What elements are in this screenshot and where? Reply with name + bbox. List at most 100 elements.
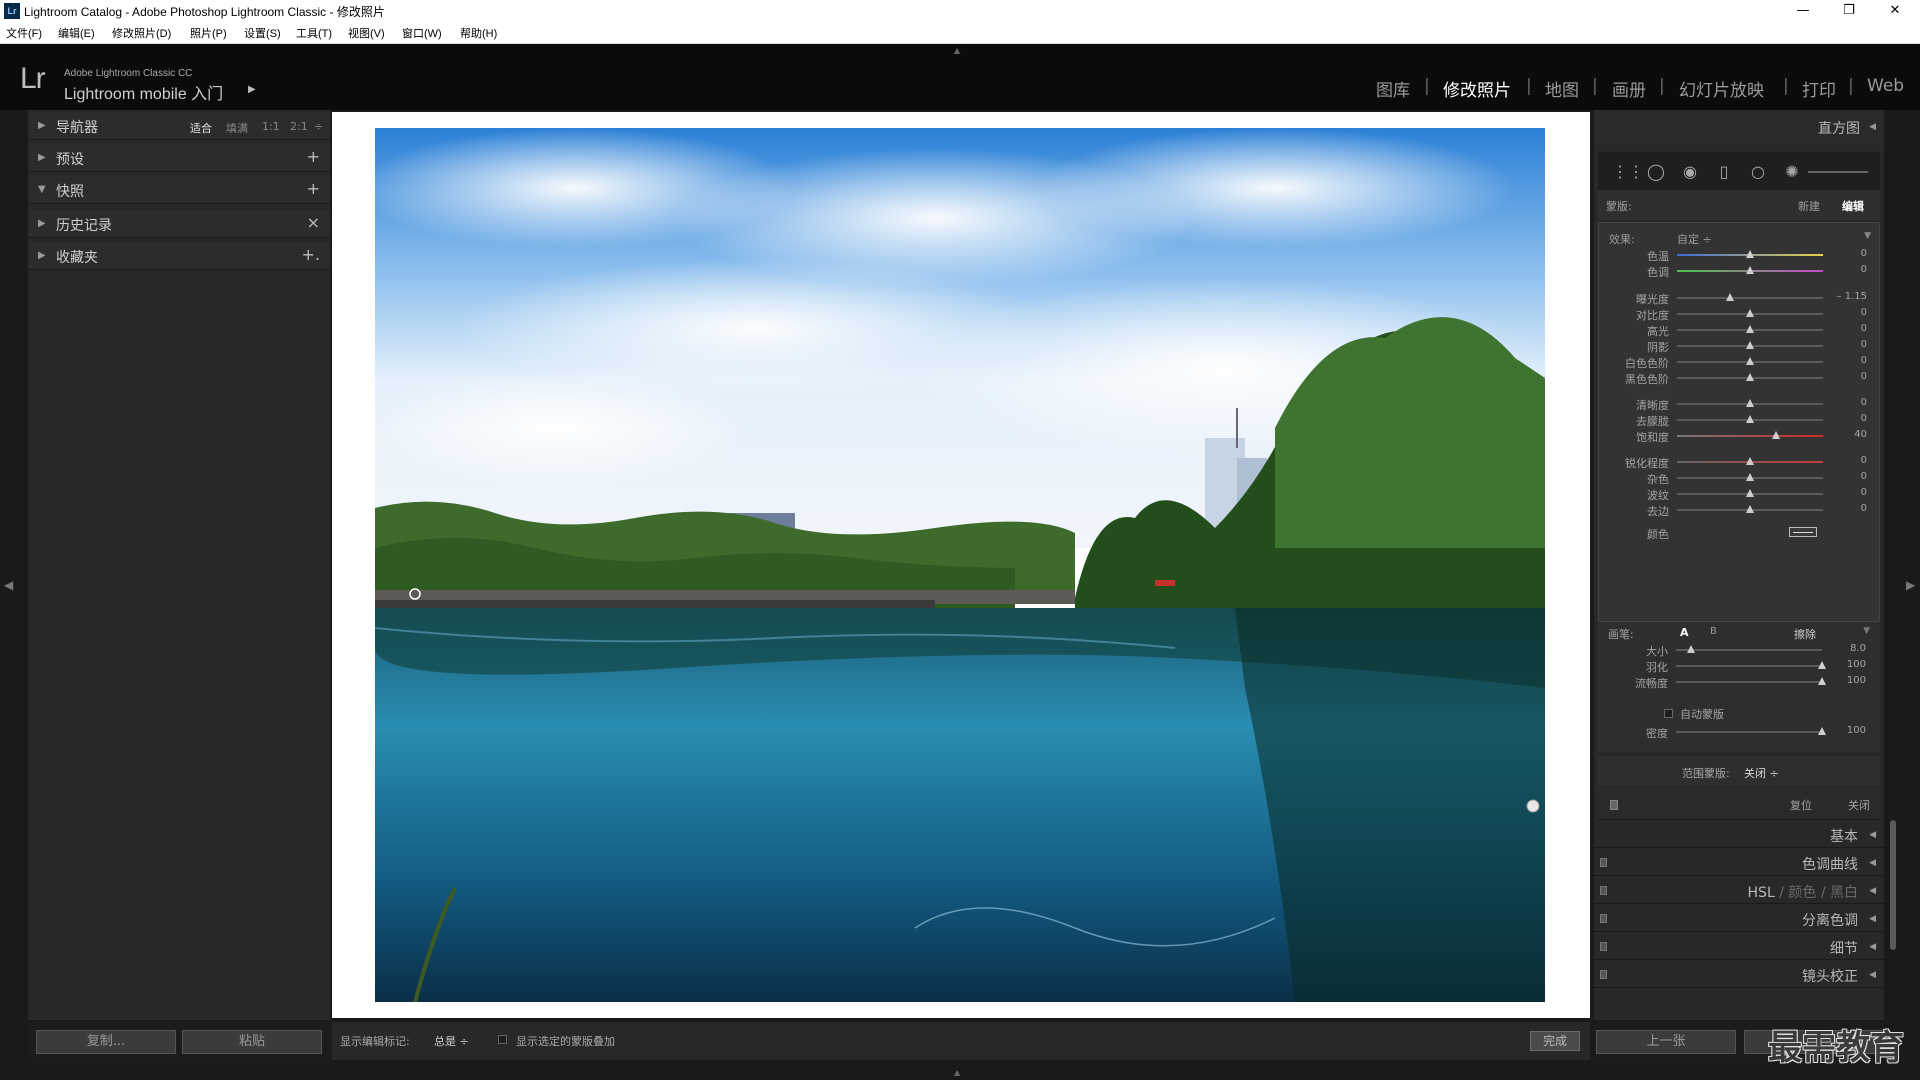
right-panel-toggle-icon[interactable]: ▶ <box>1906 578 1915 592</box>
photo-preview[interactable] <box>375 128 1545 1002</box>
module-print[interactable]: 打印 <box>1802 76 1836 101</box>
radial-filter-icon[interactable]: ○ <box>1748 162 1768 182</box>
brush-slider-value[interactable]: 100 <box>1847 675 1866 686</box>
slider-thumb[interactable] <box>1746 250 1754 258</box>
slider-thumb[interactable] <box>1746 489 1754 497</box>
expand-triangle-icon[interactable]: ▶ <box>38 120 46 131</box>
slider-value[interactable]: 0 <box>1861 339 1867 350</box>
brush-slider-thumb[interactable] <box>1818 661 1826 669</box>
slider-thumb[interactable] <box>1746 373 1754 381</box>
section-basic[interactable]: 基本 ◀ <box>1594 822 1884 848</box>
slider-value[interactable]: 0 <box>1861 371 1867 382</box>
maximize-button[interactable]: ❐ <box>1826 0 1872 22</box>
mask-edit-button[interactable]: 编辑 <box>1842 198 1864 214</box>
slider-value[interactable]: 0 <box>1861 323 1867 334</box>
module-book[interactable]: 画册 <box>1612 76 1646 101</box>
minimize-button[interactable]: — <box>1780 0 1826 22</box>
collapse-triangle-icon[interactable]: ◀ <box>1869 122 1876 132</box>
slider-thumb[interactable] <box>1746 473 1754 481</box>
slider-track[interactable] <box>1677 505 1823 513</box>
spot-removal-icon[interactable]: ◯ <box>1646 162 1666 182</box>
collapse-triangle-icon[interactable]: ◀ <box>1869 886 1876 896</box>
collapse-triangle-icon[interactable]: ◀ <box>1869 914 1876 924</box>
color-tab[interactable]: 颜色 <box>1788 885 1816 901</box>
copy-settings-button[interactable]: 复制... <box>36 1030 176 1054</box>
hsl-tab[interactable]: HSL <box>1748 885 1775 901</box>
add-snapshot-icon[interactable]: + <box>307 179 320 198</box>
collapse-triangle-icon[interactable]: ◀ <box>1869 970 1876 980</box>
slider-thumb[interactable] <box>1746 266 1754 274</box>
section-split-toning[interactable]: 分离色调 ◀ <box>1594 906 1884 932</box>
brush-slider-thumb[interactable] <box>1818 677 1826 685</box>
add-preset-icon[interactable]: + <box>307 147 320 166</box>
section-toggle-switch[interactable] <box>1600 970 1607 979</box>
module-slideshow[interactable]: 幻灯片放映 <box>1679 76 1764 101</box>
slider-value[interactable]: 0 <box>1861 248 1867 259</box>
slider-thumb[interactable] <box>1746 325 1754 333</box>
show-overlay-checkbox[interactable] <box>498 1035 507 1044</box>
module-develop[interactable]: 修改照片 <box>1443 76 1511 101</box>
zoom-spinner-icon[interactable]: ÷ <box>314 120 323 133</box>
navigator-header[interactable]: ▶ 导航器 适合 填满 1:1 2:1 ÷ <box>28 112 330 140</box>
brush-slider-thumb[interactable] <box>1686 645 1695 653</box>
slider-value[interactable]: 0 <box>1861 355 1867 366</box>
slider-thumb[interactable] <box>1746 309 1754 317</box>
brush-slider-track[interactable] <box>1676 677 1826 685</box>
add-collection-icon[interactable]: +. <box>302 245 321 264</box>
collapse-triangle-icon[interactable]: ▼ <box>38 184 46 195</box>
reset-button[interactable]: 复位 <box>1790 797 1812 813</box>
mask-new-button[interactable]: 新建 <box>1798 198 1820 214</box>
slider-thumb[interactable] <box>1772 431 1781 439</box>
slider-track[interactable] <box>1677 457 1823 465</box>
menu-file[interactable]: 文件(F) <box>6 25 42 41</box>
slider-value[interactable]: 0 <box>1861 455 1867 466</box>
slider-track[interactable] <box>1677 250 1823 258</box>
auto-mask-checkbox[interactable] <box>1664 709 1673 718</box>
slider-thumb[interactable] <box>1746 357 1754 365</box>
slider-value[interactable]: 0 <box>1861 264 1867 275</box>
lightroom-mobile-link[interactable]: Lightroom mobile 入门 <box>64 80 223 104</box>
section-toggle-switch[interactable] <box>1600 858 1607 867</box>
slider-value[interactable]: 0 <box>1861 503 1867 514</box>
done-button[interactable]: 完成 <box>1530 1031 1580 1051</box>
section-tone-curve[interactable]: 色调曲线 ◀ <box>1594 850 1884 876</box>
slider-value[interactable]: 40 <box>1854 429 1867 440</box>
slider-track[interactable] <box>1677 325 1823 333</box>
bw-tab[interactable]: 黑白 <box>1830 885 1858 901</box>
red-eye-icon[interactable]: ◉ <box>1680 162 1700 182</box>
slider-track[interactable] <box>1677 266 1823 274</box>
collapse-triangle-icon[interactable]: ◀ <box>1869 830 1876 840</box>
expand-triangle-icon[interactable]: ▶ <box>38 218 46 229</box>
effect-preset-select[interactable]: 自定 ÷ <box>1677 231 1712 247</box>
slider-value[interactable]: 0 <box>1861 471 1867 482</box>
section-hsl[interactable]: HSL / 颜色 / 黑白 ◀ <box>1594 878 1884 904</box>
brush-slider-track[interactable] <box>1676 661 1826 669</box>
section-toggle-switch[interactable] <box>1600 914 1607 923</box>
zoom-2-1[interactable]: 2:1 <box>290 120 308 133</box>
slider-value[interactable]: 0 <box>1861 307 1867 318</box>
brush-slider-value[interactable]: 8.0 <box>1850 643 1866 654</box>
slider-track[interactable] <box>1677 399 1823 407</box>
slider-track[interactable] <box>1677 415 1823 423</box>
zoom-fit[interactable]: 适合 <box>190 120 212 136</box>
bottom-panel-toggle-icon[interactable]: ▲ <box>954 1068 960 1077</box>
history-header[interactable]: ▶ 历史记录 × <box>28 210 330 238</box>
collections-header[interactable]: ▶ 收藏夹 +. <box>28 242 330 270</box>
slider-thumb[interactable] <box>1725 293 1734 301</box>
slider-thumb[interactable] <box>1746 457 1754 465</box>
graduated-filter-icon[interactable]: ▯ <box>1714 162 1734 182</box>
top-panel-toggle-icon[interactable]: ▲ <box>954 46 960 55</box>
play-caret-icon[interactable]: ▶ <box>248 84 256 95</box>
slider-track[interactable] <box>1677 431 1823 439</box>
brush-slider-track[interactable] <box>1676 727 1826 735</box>
slider-value[interactable]: 0 <box>1861 487 1867 498</box>
slider-track[interactable] <box>1677 309 1823 317</box>
slider-thumb[interactable] <box>1746 505 1754 513</box>
module-web[interactable]: Web <box>1867 76 1904 96</box>
presets-header[interactable]: ▶ 预设 + <box>28 144 330 172</box>
brush-erase-tab[interactable]: 擦除 <box>1794 626 1816 642</box>
slider-thumb[interactable] <box>1746 415 1754 423</box>
brush-a-tab[interactable]: A <box>1680 626 1689 639</box>
section-detail[interactable]: 细节 ◀ <box>1594 934 1884 960</box>
range-mask-select[interactable]: 关闭 ÷ <box>1744 765 1779 781</box>
